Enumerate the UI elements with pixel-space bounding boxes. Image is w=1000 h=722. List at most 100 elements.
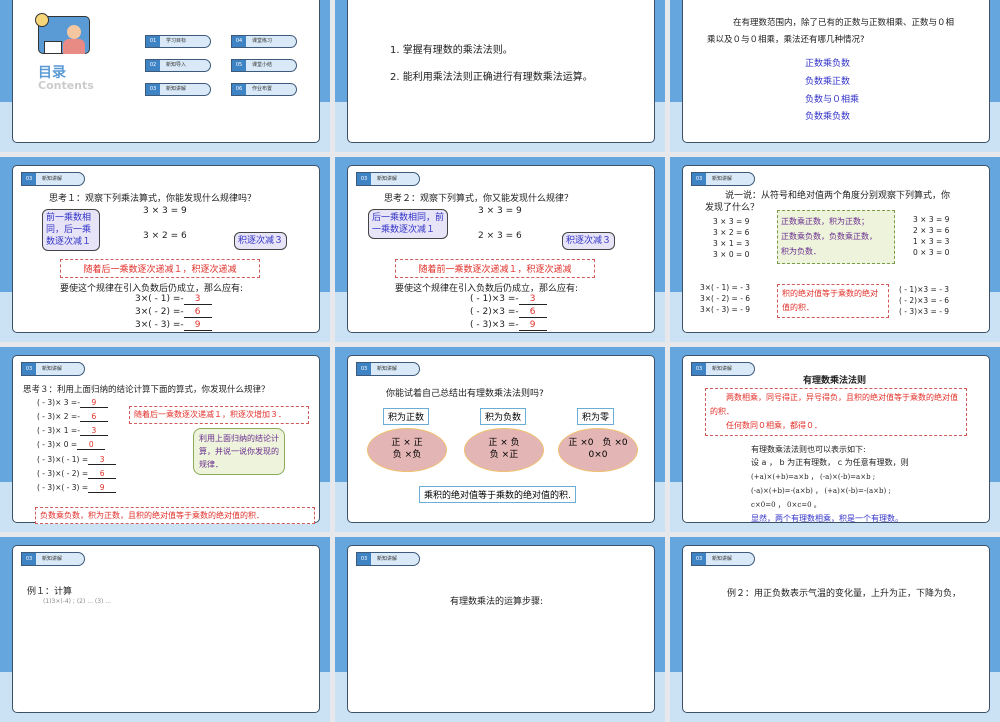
tag-number: 03 [692,173,706,185]
observation-note: 随着后一乘数逐次递减１，积逐次递减 [60,259,260,278]
answer-blank[interactable]: 9 [183,320,212,331]
tag-label: 新知讲解 [42,366,63,372]
tag-number: 03 [22,173,36,185]
rule-line: 正数乘负数，负数乘正数， [781,232,877,241]
slide-9-rule[interactable]: 03 新知讲解 有理数乘法法则 两数相乘，同号得正，异号得负，且积的绝对值等于乘数… [670,347,1000,532]
question: 思考３：利用上面归纳的结论计算下面的算式，你发现什么规律？ [23,385,270,395]
slide-6-discuss[interactable]: 03 新知讲解 说一说：从符号和绝对值两个角度分别观察下列算式，你 发现了什么？ … [670,157,1000,342]
item-label: 新知讲解 [166,86,187,92]
callout-bubble: 前一乘数相同，后一乘数逐次减１ [42,209,100,251]
tag-number: 03 [692,553,706,565]
callout-bubble: 后一乘数相同，前一乘数逐次减１ [368,209,448,239]
slide-card: 03 新知讲解 你能试着自己总结出有理数乘法法则吗? 积为正数 积为负数 积为零 … [347,355,655,523]
section-tag: 03 新知讲解 [356,552,420,566]
tag-label: 新知讲解 [712,556,733,562]
tag-label: 新知讲解 [42,556,63,562]
rule-1: 两数相乘，同号得正，异号得负，且积的绝对值等于乘数的绝对值的积． [710,393,958,416]
answer-blank[interactable]: 9 [79,398,108,408]
equation: 3×( - 3) = - 9 [700,305,751,314]
slide-card: 03 新知讲解 例１：计算 (1)3×(-4) ; (2) ... (3) ... [12,545,320,713]
condition-text: 要使这个规律在引入负数后仍成立，那么应有: [395,284,579,294]
hint-bubble: 利用上面归纳的结论计算，并说一说你发现的规律． [193,428,285,475]
answer-row: 3×( - 1) =- 3 [135,294,212,305]
contents-item[interactable]: 01 学习目标 [145,35,211,48]
answer-blank[interactable]: 0 [77,440,106,450]
slide-card: 03 新知讲解 思考１：观察下列乘法算式，你能发现什么规律吗？ 3 × 3 = 9… [12,165,320,333]
tag-label: 新知讲解 [377,366,398,372]
case-item: 负数乘正数 [805,77,851,87]
item-number: 04 [232,36,246,47]
answer-blank[interactable]: 6 [88,469,117,479]
slide-10-example-1[interactable]: 03 新知讲解 例１：计算 (1)3×(-4) ; (2) ... (3) ... [0,537,330,722]
equation: 3×( - 1) = - 3 [700,283,751,292]
observation-note: 随着前一乘数逐次递减１，积逐次递减 [395,259,595,278]
rule-title: 有理数乘法法则 [803,376,867,386]
item-label: 学习目标 [166,38,187,44]
contents-item[interactable]: 03 新知讲解 [145,83,211,96]
sign-rule-box: 正数乘正数，积为正数； 正数乘负数，负数乘正数， 积为负数． [777,210,895,264]
label-negative: 积为负数 [480,408,527,425]
slide-8-summary[interactable]: 03 新知讲解 你能试着自己总结出有理数乘法法则吗? 积为正数 积为负数 积为零 … [335,347,665,532]
label-positive: 积为正数 [383,408,430,425]
answer-blank[interactable]: 9 [88,483,117,493]
callout-bubble: 积逐次减３ [234,232,288,250]
answer-row: ( - 3)× 2 =- 6 [37,412,108,422]
answer-blank[interactable]: 3 [79,426,108,436]
conclusion-note: 负数乘负数，积为正数，且积的绝对值等于乘数的绝对值的积． [35,507,315,524]
answer-row: ( - 3)×( - 1) = 3 [37,455,117,465]
contents-item[interactable]: 06 作业布置 [231,83,297,96]
rule-line: 设 a ， b 为正有理数， c 为任意有理数，则 [751,458,909,467]
slide-card: 03 新知讲解 有理数乘法的运算步骤: [347,545,655,713]
equation: 3 × 0 = 0 [713,250,750,259]
answer-blank[interactable]: 3 [183,294,212,305]
section-tag: 03 新知讲解 [356,172,420,186]
answer-blank[interactable]: 6 [79,412,108,422]
contents-item[interactable]: 04 课堂练习 [231,35,297,48]
intro-text-2: 乘以及０与０相乘，乘法还有哪几种情况? [707,35,865,45]
item-label: 课堂练习 [252,38,273,44]
section-tag: 03 新知讲解 [21,362,85,376]
item-number: 02 [146,60,160,71]
equation: 3 × 2 = 6 [713,228,750,237]
tag-label: 新知讲解 [712,366,733,372]
rule-line: (+a)×(+b)=a×b ， (-a)×(-b)=a×b ; [751,473,876,481]
slide-12-example-2[interactable]: 03 新知讲解 例２：用正负数表示气温的变化量，上升为正，下降为负， [670,537,1000,722]
illustration-teacher-icon [35,13,90,54]
item-number: 01 [146,36,160,47]
item-label: 课堂小结 [252,62,273,68]
contents-item[interactable]: 02 新知导入 [145,59,211,72]
equation: 0 × 3 = 0 [913,248,950,257]
slide-7-think-3[interactable]: 03 新知讲解 思考３：利用上面归纳的结论计算下面的算式，你发现什么规律？ ( -… [0,347,330,532]
objective-2: 2. 能利用乘法法则正确进行有理数乘法运算。 [390,72,593,83]
answer-blank[interactable]: 9 [518,320,547,331]
tag-number: 03 [357,173,371,185]
slide-5-think-2[interactable]: 03 新知讲解 思考２：观察下列算式，你又能发现什么规律？ 3 × 3 = 9 2… [335,157,665,342]
item-number: 05 [232,60,246,71]
callout-bubble: 积逐次减３ [562,232,616,250]
answer-row: ( - 3)× 3 =- 9 [37,398,108,408]
answer-blank[interactable]: 6 [518,307,547,318]
section-tag: 03 新知讲解 [691,552,755,566]
slide-3-intro[interactable]: 在有理数范围内，除了已有的正数与正数相乘、正数与０相 乘以及０与０相乘，乘法还有… [670,0,1000,152]
answer-blank[interactable]: 6 [183,307,212,318]
rule-line: 积为负数． [781,247,821,256]
slide-card: 03 新知讲解 说一说：从符号和绝对值两个角度分别观察下列算式，你 发现了什么？ … [682,165,990,333]
tag-label: 新知讲解 [377,556,398,562]
oval-negative: 正 × 负负 ×正 [464,428,544,472]
contents-item[interactable]: 05 课堂小结 [231,59,297,72]
slide-11-steps[interactable]: 03 新知讲解 有理数乘法的运算步骤: [335,537,665,722]
answer-blank[interactable]: 3 [518,294,547,305]
section-tag: 03 新知讲解 [21,552,85,566]
absolute-value-note: 积的绝对值等于乘数的绝对值的积． [777,284,889,318]
steps-title: 有理数乘法的运算步骤: [450,597,544,607]
slide-2-objectives[interactable]: 1. 掌握有理数的乘法法则。 2. 能利用乘法法则正确进行有理数乘法运算。 [335,0,665,152]
slide-4-think-1[interactable]: 03 新知讲解 思考１：观察下列乘法算式，你能发现什么规律吗？ 3 × 3 = 9… [0,157,330,342]
answer-row: ( - 3)×( - 2) = 6 [37,469,117,479]
slide-1-contents[interactable]: 目录 Contents 01 学习目标 02 新知导入 03 新知讲解 04 课堂练习 … [0,0,330,152]
example-title: 例１：计算 [27,587,73,597]
section-tag: 03 新知讲解 [21,172,85,186]
equation: ( - 1)×3 = - 3 [899,285,950,294]
answer-row: 3×( - 2) =- 6 [135,307,212,318]
answer-blank[interactable]: 3 [88,455,117,465]
tag-number: 03 [22,553,36,565]
